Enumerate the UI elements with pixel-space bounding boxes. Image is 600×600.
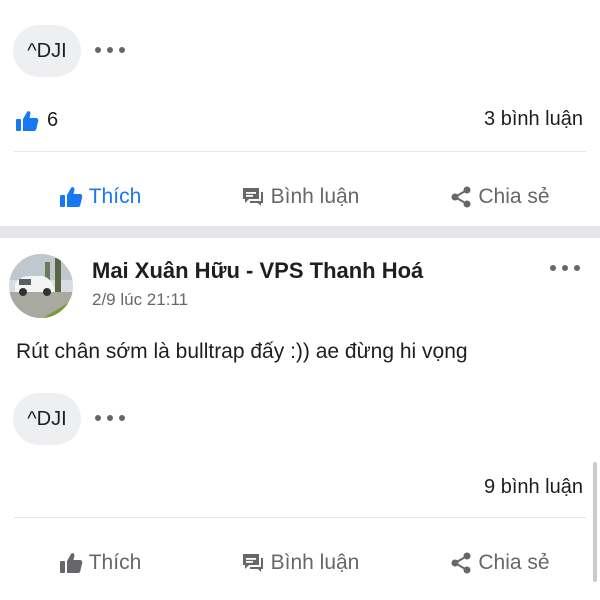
like-button[interactable]: Thích (0, 533, 200, 593)
thumbs-up-icon (59, 553, 83, 573)
like-button-label: Thích (88, 551, 142, 574)
comment-icon (242, 554, 263, 572)
share-button-label: Chia sẻ (478, 551, 550, 574)
divider (14, 151, 586, 152)
divider (14, 517, 586, 518)
comment-button[interactable]: Bình luận (200, 533, 400, 593)
like-button-label: Thích (88, 185, 142, 208)
more-options-icon[interactable] (95, 413, 125, 423)
ticker-tag-chip[interactable]: ^DJI (13, 25, 81, 77)
share-icon (451, 186, 471, 208)
post-content: Rút chân sớm là bulltrap đấy :)) ae đừng… (16, 340, 468, 363)
more-options-icon[interactable] (550, 263, 580, 273)
scrollbar[interactable] (593, 462, 597, 582)
share-button[interactable]: Chia sẻ (400, 167, 600, 227)
ticker-tag-label: ^DJI (27, 407, 67, 430)
reaction-summary[interactable]: 6 (15, 109, 58, 132)
post-timestamp[interactable]: 2/9 lúc 21:11 (92, 290, 188, 310)
comment-count-link[interactable]: 3 bình luận (484, 108, 583, 131)
share-button-label: Chia sẻ (478, 185, 550, 208)
like-button[interactable]: Thích (0, 167, 200, 227)
like-reaction-icon (16, 110, 39, 131)
comment-button-label: Bình luận (270, 551, 360, 574)
comment-button-label: Bình luận (270, 185, 360, 208)
feed-separator (0, 226, 600, 238)
post-author-name[interactable]: Mai Xuân Hữu - VPS Thanh Hoá (92, 258, 423, 284)
share-button[interactable]: Chia sẻ (400, 533, 600, 593)
more-options-icon[interactable] (95, 45, 125, 55)
post-action-bar: Thích Bình luận Chia sẻ (0, 167, 600, 227)
comment-icon (242, 188, 263, 206)
post-action-bar: Thích Bình luận Chia sẻ (0, 533, 600, 593)
share-icon (451, 552, 471, 574)
ticker-tag-label: ^DJI (27, 39, 67, 62)
comment-count-link[interactable]: 9 bình luận (484, 476, 583, 499)
thumbs-up-icon (59, 187, 83, 207)
avatar[interactable] (9, 254, 73, 318)
ticker-tag-chip[interactable]: ^DJI (13, 393, 81, 445)
comment-button[interactable]: Bình luận (200, 167, 400, 227)
like-count: 6 (47, 109, 59, 131)
